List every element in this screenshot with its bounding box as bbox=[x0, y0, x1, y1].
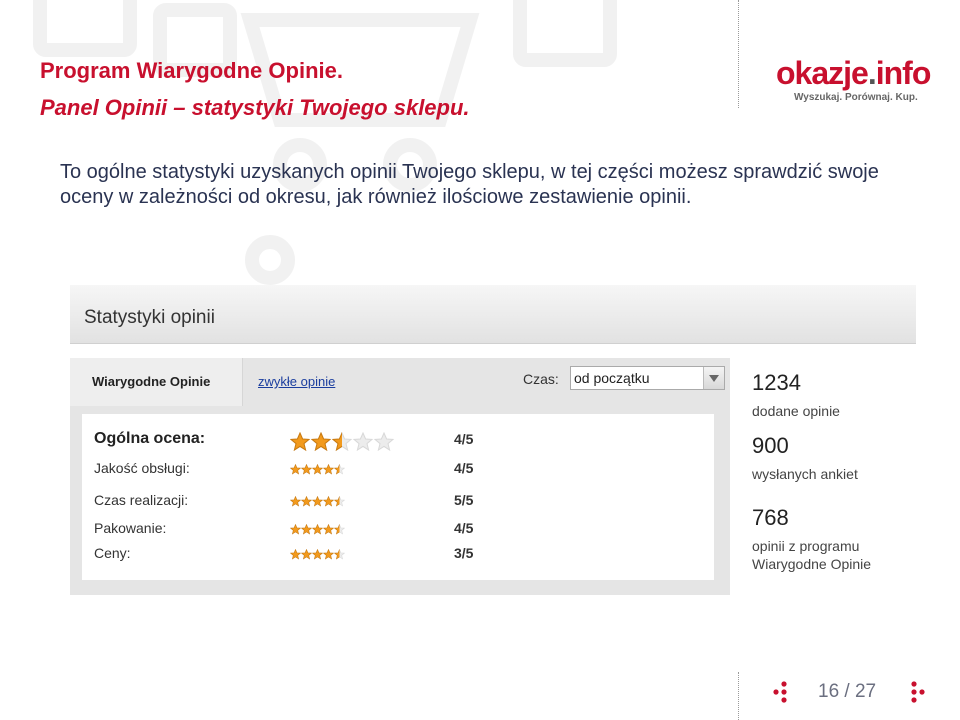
statistics-panel: Statystyki opinii Wiarygodne Opinie zwyk… bbox=[70, 285, 916, 595]
logo-text-dot: . bbox=[867, 55, 877, 91]
stars-graphic bbox=[289, 523, 346, 535]
panel-title: Statystyki opinii bbox=[84, 307, 215, 328]
rating-label: Ogólna ocena: bbox=[94, 430, 206, 447]
stars-graphic bbox=[289, 431, 395, 452]
logo-tagline: Wyszukaj. Porównaj. Kup. bbox=[794, 92, 918, 103]
stat-program: 768 opinii z programu Wiarygodne Opinie bbox=[752, 505, 912, 573]
stars-graphic bbox=[289, 463, 346, 475]
star-icon bbox=[331, 431, 353, 452]
logo-text-part2: info bbox=[875, 55, 932, 91]
star-icon bbox=[373, 431, 395, 452]
star-icon bbox=[300, 463, 313, 475]
rating-score: 5/5 bbox=[454, 492, 474, 508]
page-title: Program Wiarygodne Opinie. bbox=[40, 58, 343, 83]
stat-number: 768 bbox=[752, 505, 789, 530]
czas-select-value: od początku bbox=[574, 370, 650, 386]
rating-label: Czas realizacji: bbox=[94, 492, 189, 508]
star-icon bbox=[289, 548, 302, 560]
tab-wiarygodne-opinie[interactable]: Wiarygodne Opinie bbox=[70, 358, 243, 406]
page-number: 16 / 27 bbox=[818, 681, 877, 702]
star-icon bbox=[300, 548, 313, 560]
stars-graphic bbox=[289, 495, 346, 507]
prev-slide-icon[interactable] bbox=[770, 680, 794, 704]
star-icon bbox=[310, 431, 332, 452]
rating-label: Pakowanie: bbox=[94, 520, 167, 536]
star-icon bbox=[322, 548, 335, 560]
czas-select[interactable]: od początku bbox=[570, 366, 725, 390]
okazje-info-logo: okazje.info Wyszukaj. Porównaj. Kup. bbox=[776, 55, 931, 108]
star-icon bbox=[300, 495, 313, 507]
star-icon bbox=[311, 463, 324, 475]
rating-row-ceny: Ceny: 3/5 bbox=[94, 543, 714, 567]
rating-label: Ceny: bbox=[94, 545, 131, 561]
stars-graphic bbox=[289, 548, 346, 560]
divider-line-bottom bbox=[738, 672, 739, 720]
rating-row-czas: Czas realizacji: 5/5 bbox=[94, 490, 714, 514]
stat-wyslanych: 900 wysłanych ankiet bbox=[752, 433, 912, 483]
background-decoration bbox=[33, 0, 617, 285]
star-rating-icon bbox=[289, 431, 395, 457]
star-icon bbox=[311, 523, 324, 535]
star-icon bbox=[333, 495, 346, 507]
stat-number: 900 bbox=[752, 433, 789, 458]
star-icon bbox=[322, 523, 335, 535]
star-icon bbox=[333, 463, 346, 475]
star-icon bbox=[333, 548, 346, 560]
czas-label: Czas: bbox=[523, 371, 559, 387]
star-icon bbox=[289, 431, 311, 452]
divider-line-top bbox=[738, 0, 739, 108]
rating-row-pakowanie: Pakowanie: 4/5 bbox=[94, 518, 714, 542]
star-rating-icon bbox=[289, 462, 346, 480]
ratings-area: Wiarygodne Opinie zwykłe opinie Czas: od… bbox=[70, 358, 730, 595]
tab-zwykle-opinie[interactable]: zwykłe opinie bbox=[258, 374, 335, 389]
panel-header: Statystyki opinii bbox=[70, 285, 916, 344]
ratings-box: Ogólna ocena: 4/5 Jakość obsługi: 4/5 Cz… bbox=[82, 414, 714, 580]
tab-label: Wiarygodne Opinie bbox=[92, 374, 211, 389]
logo-text-part1: okazje bbox=[776, 55, 869, 91]
star-icon bbox=[322, 463, 335, 475]
rating-score: 4/5 bbox=[454, 460, 474, 476]
stat-description: opinii z programu Wiarygodne Opinie bbox=[752, 537, 912, 573]
stat-dodane: 1234 dodane opinie bbox=[752, 370, 912, 420]
star-icon bbox=[289, 463, 302, 475]
star-icon bbox=[322, 495, 335, 507]
rating-score: 4/5 bbox=[454, 431, 474, 447]
slide-pager: 16 / 27 bbox=[770, 676, 930, 708]
star-icon bbox=[300, 523, 313, 535]
stat-description: dodane opinie bbox=[752, 403, 840, 419]
star-icon bbox=[352, 431, 374, 452]
star-icon bbox=[289, 523, 302, 535]
star-icon bbox=[333, 523, 346, 535]
star-icon bbox=[289, 495, 302, 507]
rating-row-ogolna: Ogólna ocena: 4/5 bbox=[94, 428, 714, 452]
star-rating-icon bbox=[289, 494, 346, 512]
intro-text: To ogólne statystyki uzyskanych opinii T… bbox=[60, 161, 879, 208]
stat-description: wysłanych ankiet bbox=[752, 466, 858, 482]
stat-description-line2: Wiarygodne Opinie bbox=[752, 556, 872, 572]
rating-label: Jakość obsługi: bbox=[94, 460, 190, 476]
stat-description-line1: opinii z programu bbox=[752, 538, 860, 554]
rating-score: 4/5 bbox=[454, 520, 474, 536]
chevron-down-icon[interactable] bbox=[703, 367, 724, 389]
rating-score: 3/5 bbox=[454, 545, 474, 561]
rating-row-jakosc: Jakość obsługi: 4/5 bbox=[94, 458, 714, 482]
page-subtitle: Panel Opinii – statystyki Twojego sklepu… bbox=[40, 95, 470, 120]
star-icon bbox=[311, 495, 324, 507]
star-rating-icon bbox=[289, 547, 346, 565]
stat-number: 1234 bbox=[752, 370, 801, 395]
star-icon bbox=[311, 548, 324, 560]
next-slide-icon[interactable] bbox=[904, 680, 928, 704]
star-rating-icon bbox=[289, 522, 346, 540]
